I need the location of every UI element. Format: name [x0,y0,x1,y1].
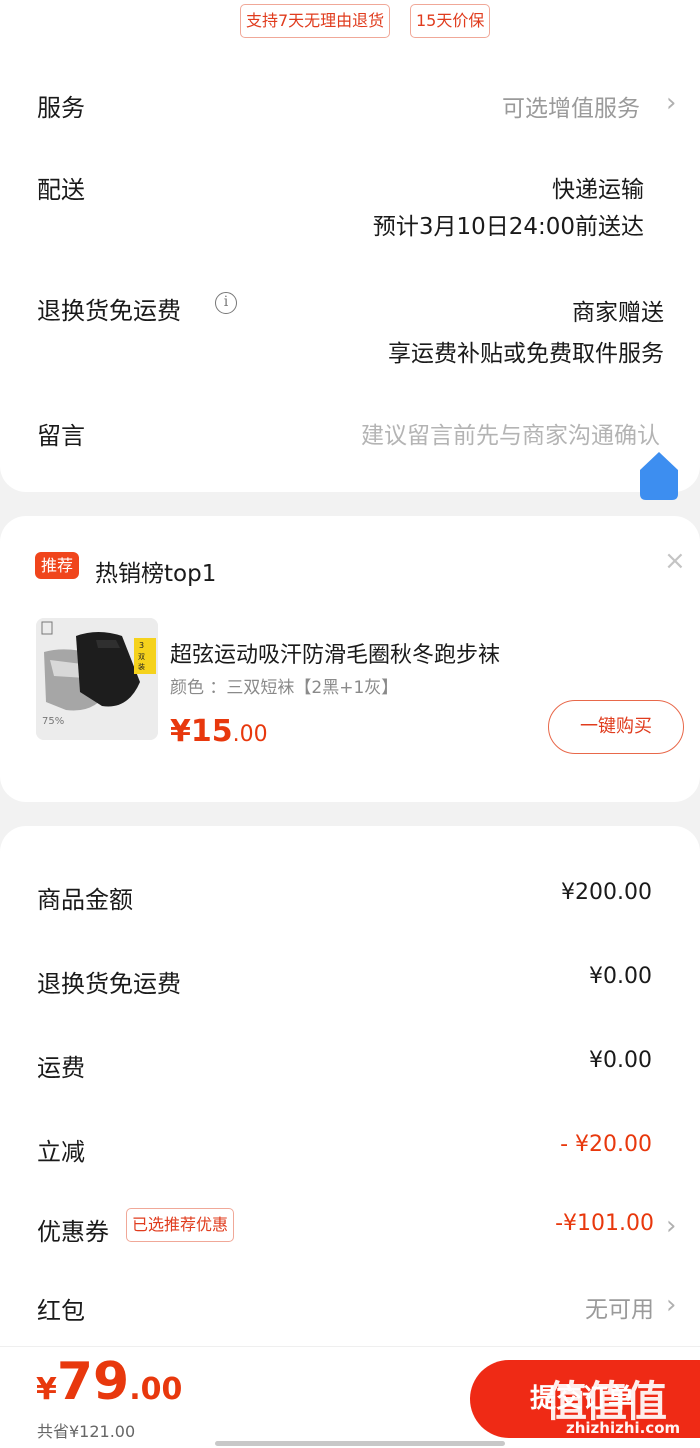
return-policy-tag: 支持7天无理由退货 [240,4,391,38]
total-saved: 共省¥121.00 [37,1422,136,1441]
goods-amount-value: ¥200.00 [561,880,652,905]
svg-text:装: 装 [138,662,145,671]
return-fee-value: ¥0.00 [589,964,652,989]
message-input[interactable]: 建议留言前先与商家沟通确认 [361,416,660,450]
watermark-url: zhizhizhi.com [566,1419,681,1437]
svg-text:3: 3 [139,641,144,650]
message-label: 留言 [37,422,85,450]
return-fee-label: 退换货免运费 [37,970,181,998]
product-image[interactable]: 3 双 装 75% [36,618,158,740]
discount-value: - ¥20.00 [560,1132,652,1157]
recommend-badge: 推荐 [35,552,80,579]
shipping-label: 运费 [37,1054,85,1082]
floating-home-button[interactable] [640,452,678,500]
return-shipping-label: 退换货免运费 [37,297,181,325]
chevron-right-icon: › [666,1290,677,1320]
red-packet-label: 红包 [37,1297,85,1325]
coupon-tag: 已选推荐优惠 [126,1208,235,1242]
product-spec: 颜色 ：三双短袜【2黑+1灰】 [170,678,399,698]
coupon-label: 优惠券 [37,1218,109,1246]
delivery-method: 快递运输 [552,177,644,203]
chevron-right-icon: › [666,88,677,118]
chevron-right-icon: › [666,1211,677,1241]
product-name[interactable]: 超弦运动吸汗防滑毛圈秋冬跑步袜 [170,637,500,669]
goods-amount-label: 商品金额 [37,886,133,914]
home-indicator[interactable] [215,1441,505,1446]
close-icon[interactable]: × [664,546,686,576]
total-price: ¥79.00 [36,1352,183,1412]
recommend-title: 热销榜top1 [95,561,217,587]
svg-text:双: 双 [138,653,145,661]
info-icon[interactable]: i [215,292,237,314]
buy-now-button[interactable]: 一键购买 [548,700,684,754]
return-shipping-detail: 享运费补贴或免费取件服务 [388,341,664,367]
return-shipping-value: 商家赠送 [572,300,664,326]
delivery-eta: 预计3月10日24:00前送达 [372,214,644,240]
red-packet-value[interactable]: 无可用 [585,1290,654,1324]
service-label: 服务 [37,94,85,122]
service-value[interactable]: 可选增值服务 [502,89,640,123]
discount-label: 立减 [37,1138,85,1166]
svg-text:75%: 75% [42,716,64,727]
product-price: ¥15.00 [170,714,268,749]
shipping-value: ¥0.00 [589,1048,652,1073]
delivery-label: 配送 [37,176,85,204]
coupon-value[interactable]: -¥101.00 [555,1211,654,1236]
price-protect-tag: 15天价保 [410,4,491,38]
